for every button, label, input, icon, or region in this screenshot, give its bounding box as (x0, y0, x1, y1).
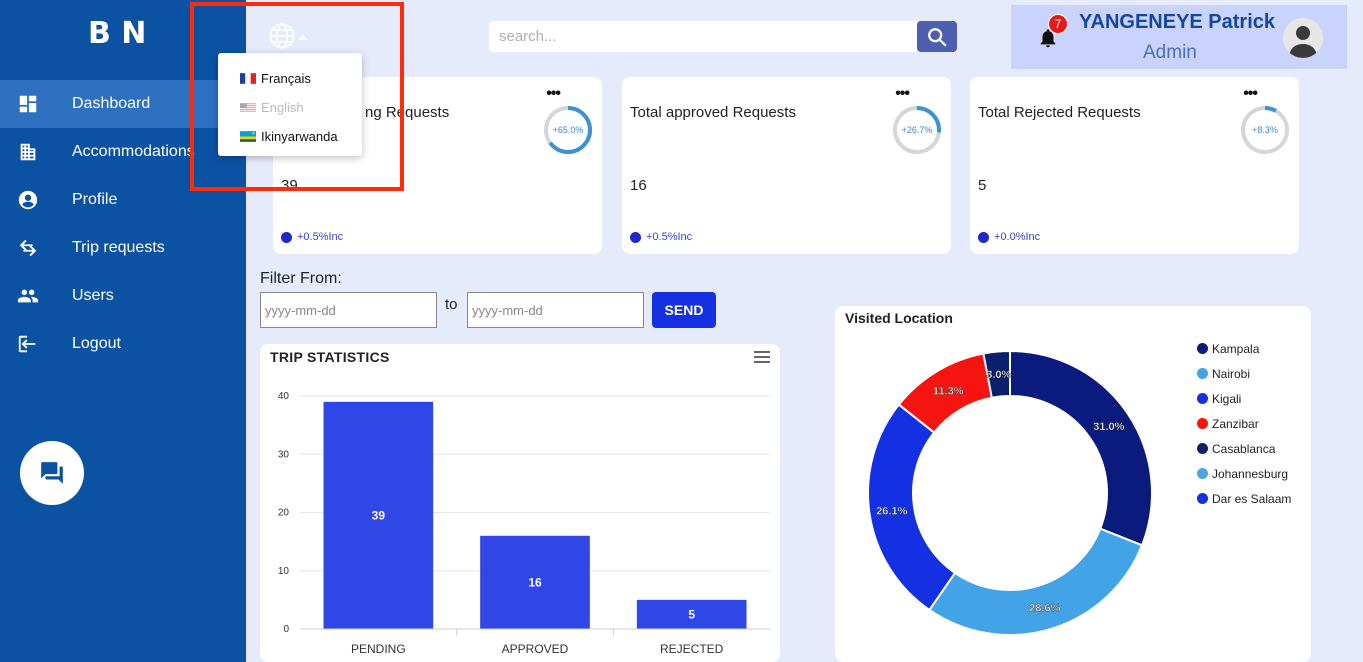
slice-label: 31.0% (1093, 421, 1124, 433)
y-tick-label: 20 (278, 508, 290, 519)
legend-swatch (1197, 443, 1208, 454)
sidebar-item-logout[interactable]: Logout (0, 320, 246, 368)
legend-swatch (1197, 343, 1208, 354)
legend-label: Nairobi (1212, 366, 1251, 381)
chat-button[interactable] (20, 441, 84, 505)
y-tick-label: 40 (278, 391, 290, 402)
legend-item[interactable]: Casablanca (1197, 436, 1291, 461)
bar-value-label: 5 (688, 607, 695, 621)
sidebar-item-label: Trip requests (72, 239, 165, 256)
card-value: 5 (978, 177, 987, 194)
trip-statistics-panel: TRIP STATISTICS 0 10 20 30 40 39 PENDING 16 APPR… (260, 344, 780, 662)
more-icon[interactable]: ••• (546, 85, 561, 103)
card-title: Total approved Requests (630, 104, 796, 121)
notification-count-badge: 7 (1048, 14, 1068, 34)
card-title: Total Rejected Requests (978, 104, 1141, 121)
legend-label: Dar es Salaam (1212, 491, 1292, 506)
legend-swatch (1197, 418, 1208, 429)
user-name: YANGENEYE Patrick (1079, 11, 1276, 33)
search-icon (928, 27, 947, 46)
users-icon (17, 285, 39, 307)
building-icon (17, 141, 39, 163)
account-circle-icon (17, 189, 39, 211)
card-trend: +0.0%Inc (978, 231, 1040, 243)
user-silhouette-icon (1283, 18, 1323, 58)
x-tick-label: REJECTED (660, 642, 724, 656)
legend-swatch (1197, 393, 1208, 404)
legend-item[interactable]: Johannesburg (1197, 461, 1291, 486)
legend-item[interactable]: Nairobi (1197, 361, 1291, 386)
y-tick-label: 30 (278, 449, 290, 460)
trend-up-icon (630, 231, 641, 243)
legend-item[interactable]: Zanzibar (1197, 411, 1291, 436)
logout-icon (17, 333, 39, 355)
bar-value-label: 16 (528, 575, 542, 589)
rejected-requests-card: ••• Total Rejected Requests +8.3% 5 +0.0… (970, 77, 1299, 254)
donut-slice[interactable] (928, 527, 1144, 636)
trend-up-icon (978, 231, 989, 243)
legend-label: Kigali (1212, 391, 1242, 406)
donut-slice[interactable] (1009, 349, 1153, 547)
legend-swatch (1197, 368, 1208, 379)
legend-label: Zanzibar (1212, 416, 1259, 431)
more-icon[interactable]: ••• (1243, 85, 1258, 103)
y-tick-label: 0 (283, 624, 289, 635)
chart-legend: Kampala Nairobi Kigali Zanzibar Casablanca Jo… (1197, 336, 1291, 511)
legend-item[interactable]: Kigali (1197, 386, 1291, 411)
search-button[interactable] (917, 21, 957, 52)
trend-up-icon (281, 231, 292, 243)
chat-icon (41, 462, 63, 484)
dashboard-icon (17, 93, 39, 115)
ring-label: +26.7% (901, 125, 933, 135)
search-input[interactable] (489, 21, 917, 52)
card-trend: +0.5%Inc (281, 231, 343, 243)
legend-item[interactable]: Kampala (1197, 336, 1291, 361)
legend-label: Kampala (1212, 341, 1260, 356)
date-to-input[interactable] (467, 292, 644, 328)
user-role: Admin (1143, 42, 1197, 63)
card-trend: +0.5%Inc (630, 231, 692, 243)
card-value: 16 (630, 177, 647, 194)
x-tick-label: APPROVED (502, 642, 569, 656)
avatar[interactable] (1283, 18, 1323, 58)
sidebar-item-label: Logout (72, 335, 121, 352)
y-tick-label: 10 (278, 566, 290, 577)
visited-location-chart: 31.0% 28.6% 26.1% 11.3% 3.0% (867, 349, 1153, 636)
more-icon[interactable]: ••• (895, 85, 910, 103)
legend-item[interactable]: Dar es Salaam (1197, 486, 1291, 511)
annotation-highlight-box (190, 2, 404, 191)
bar-value-label: 39 (372, 508, 386, 522)
to-label: to (445, 296, 458, 313)
send-button[interactable]: SEND (652, 292, 716, 328)
trip-icon (17, 237, 39, 259)
sidebar-item-label: Profile (72, 191, 118, 208)
user-panel: 7 YANGENEYE Patrick Admin (1011, 5, 1347, 69)
legend-swatch (1197, 493, 1208, 504)
slice-label: 28.6% (1029, 602, 1060, 614)
ring-label: +65.0% (552, 125, 584, 135)
sidebar-item-label: Dashboard (72, 95, 151, 112)
slice-label: 3.0% (986, 369, 1011, 381)
visited-location-panel: Visited Location 31.0% 28.6% 26.1% 11.3% 3.0… (835, 306, 1311, 662)
sidebar-item-label: Users (72, 287, 114, 304)
approved-requests-card: ••• Total approved Requests +26.7% 16 +0… (622, 77, 951, 254)
sidebar-item-trip-requests[interactable]: Trip requests (0, 224, 246, 272)
legend-label: Casablanca (1212, 441, 1276, 456)
app-logo: B N (88, 16, 147, 51)
slice-label: 11.3% (933, 386, 964, 398)
legend-swatch (1197, 468, 1208, 479)
filter-label: Filter From: (260, 270, 342, 287)
trip-statistics-chart: 0 10 20 30 40 39 PENDING 16 APPROVED 5 REJECTED (278, 391, 770, 656)
date-from-input[interactable] (260, 292, 437, 328)
sidebar-item-users[interactable]: Users (0, 272, 246, 320)
legend-label: Johannesburg (1212, 466, 1289, 481)
x-tick-label: PENDING (351, 642, 406, 656)
slice-label: 26.1% (876, 506, 907, 518)
sidebar-item-label: Accommodations (72, 143, 195, 160)
ring-label: +8.3% (1252, 125, 1278, 135)
